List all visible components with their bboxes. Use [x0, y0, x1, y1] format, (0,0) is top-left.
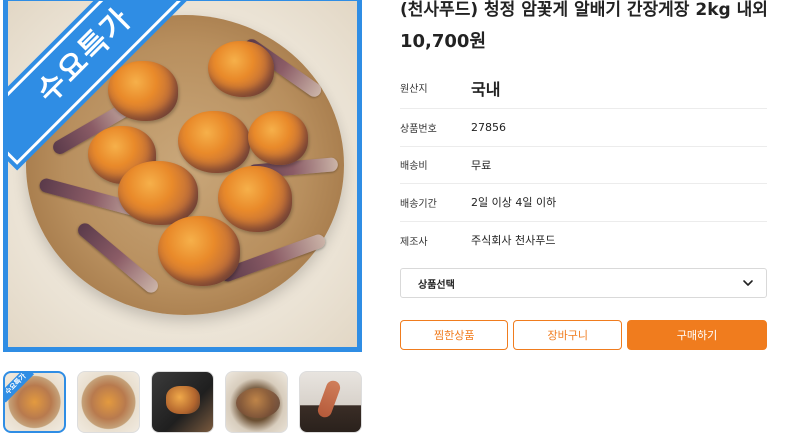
detail-row-product-number: 상품번호 27856 — [400, 109, 767, 147]
chevron-down-icon — [743, 280, 753, 286]
thumbnail-5[interactable] — [299, 371, 362, 433]
crab-shell — [158, 216, 240, 286]
thumbnail-1[interactable]: 수요특가 — [3, 371, 66, 433]
thumbnail-3[interactable] — [151, 371, 214, 433]
thumbnail-2[interactable] — [77, 371, 140, 433]
product-details: 원산지 국내 상품번호 27856 배송비 무료 배송기간 2일 이상 4일 이… — [400, 67, 767, 259]
option-select-label: 상품선택 — [418, 279, 455, 291]
crab-shell — [108, 61, 178, 121]
thumbnail-4[interactable] — [225, 371, 288, 433]
crab-shell — [218, 166, 292, 232]
product-title: (천사푸드) 청정 암꽃게 알배기 간장게장 2kg 내외 — [400, 0, 768, 20]
product-price: 10,700원 — [400, 31, 487, 52]
detail-value: 2일 이상 4일 이하 — [471, 196, 557, 210]
crab-shell — [208, 41, 274, 97]
wishlist-button[interactable]: 찜한상품 — [400, 320, 509, 350]
detail-label: 제조사 — [400, 236, 428, 248]
crab-shell — [178, 111, 250, 173]
detail-row-origin: 원산지 국내 — [400, 67, 767, 109]
detail-label: 배송기간 — [400, 198, 437, 210]
detail-value: 27856 — [471, 120, 506, 134]
detail-value: 무료 — [471, 158, 492, 172]
detail-row-manufacturer: 제조사 주식회사 천사푸드 — [400, 222, 767, 260]
buy-button[interactable]: 구매하기 — [626, 320, 767, 350]
thumbnail-promo-badge: 수요특가 — [5, 373, 35, 403]
detail-row-shipping-fee: 배송비 무료 — [400, 147, 767, 184]
cart-button[interactable]: 장바구니 — [513, 320, 622, 350]
thumbnail-strip: 수요특가 — [3, 371, 363, 433]
detail-row-shipping-period: 배송기간 2일 이상 4일 이하 — [400, 184, 767, 222]
action-buttons: 찜한상품 장바구니 구매하기 — [400, 320, 767, 350]
option-select[interactable]: 상품선택 — [400, 268, 767, 298]
crab-shell — [118, 161, 198, 225]
detail-value: 국내 — [471, 79, 501, 99]
main-product-image: 수요특가 — [3, 0, 362, 352]
detail-label: 배송비 — [400, 161, 428, 173]
detail-value: 주식회사 천사푸드 — [471, 234, 556, 248]
detail-label: 원산지 — [400, 84, 428, 95]
crab-shell — [248, 111, 308, 165]
detail-label: 상품번호 — [400, 123, 437, 135]
